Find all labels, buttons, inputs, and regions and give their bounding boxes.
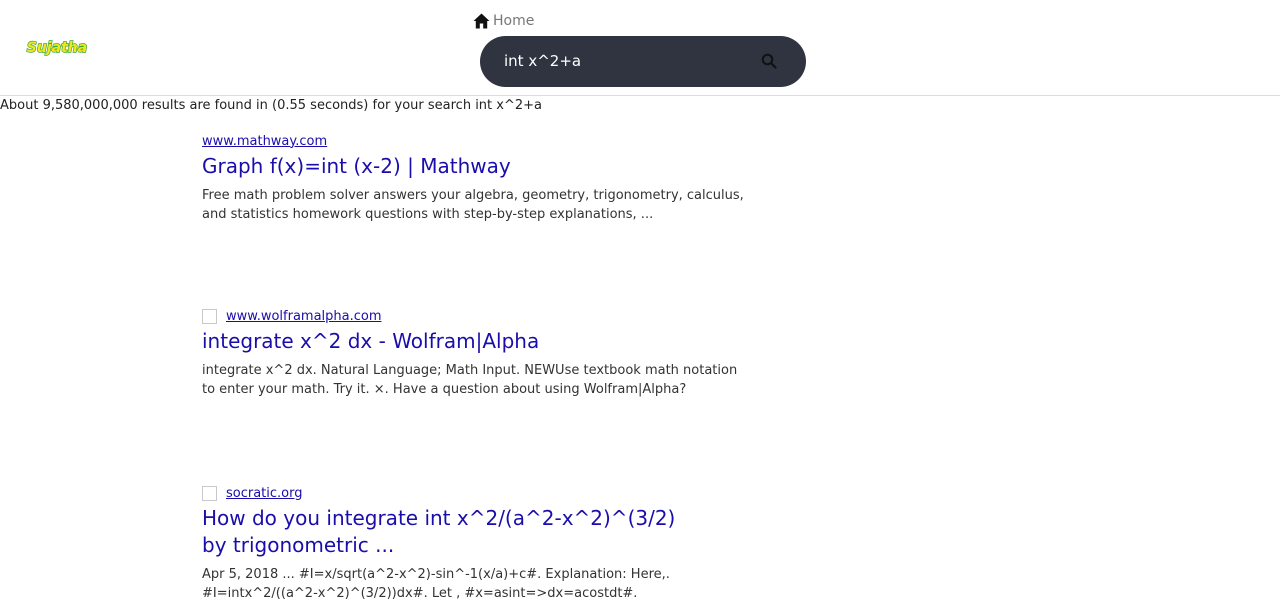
favicon-placeholder-icon [202, 308, 217, 324]
result-url[interactable]: www.mathway.com [202, 134, 327, 149]
search-icon [761, 53, 777, 69]
result-stats: About 9,580,000,000 results are found in… [0, 98, 542, 113]
result-title[interactable]: Graph f(x)=int (x-2) | Mathway [202, 153, 762, 180]
search-result: www.mathway.com Graph f(x)=int (x-2) | M… [202, 132, 762, 224]
result-url[interactable]: socratic.org [226, 486, 303, 501]
favicon-placeholder-icon [202, 485, 217, 501]
home-link[interactable]: Home [473, 13, 534, 29]
logo-text: Sujatha [27, 40, 87, 56]
search-result: www.wolframalpha.com integrate x^2 dx - … [202, 307, 762, 399]
search-result: socratic.org How do you integrate int x^… [202, 484, 762, 603]
result-url[interactable]: www.wolframalpha.com [226, 309, 382, 324]
result-snippet: integrate x^2 dx. Natural Language; Math… [202, 363, 738, 397]
result-source: www.wolframalpha.com [202, 307, 762, 325]
search-button[interactable] [758, 50, 780, 72]
header: Sujatha Home [0, 0, 1280, 96]
search-bar [480, 36, 806, 87]
result-snippet: Free math problem solver answers your al… [202, 188, 744, 222]
search-input[interactable] [504, 49, 754, 73]
result-source: www.mathway.com [202, 132, 762, 150]
logo[interactable]: Sujatha [24, 36, 90, 58]
result-title[interactable]: How do you integrate int x^2/(a^2-x^2)^(… [202, 505, 682, 559]
home-label: Home [493, 13, 535, 29]
result-title[interactable]: integrate x^2 dx - Wolfram|Alpha [202, 328, 762, 355]
home-icon [473, 13, 490, 29]
result-source: socratic.org [202, 484, 762, 502]
result-snippet: Apr 5, 2018 ... #I=x/sqrt(a^2-x^2)-sin^-… [202, 567, 670, 601]
